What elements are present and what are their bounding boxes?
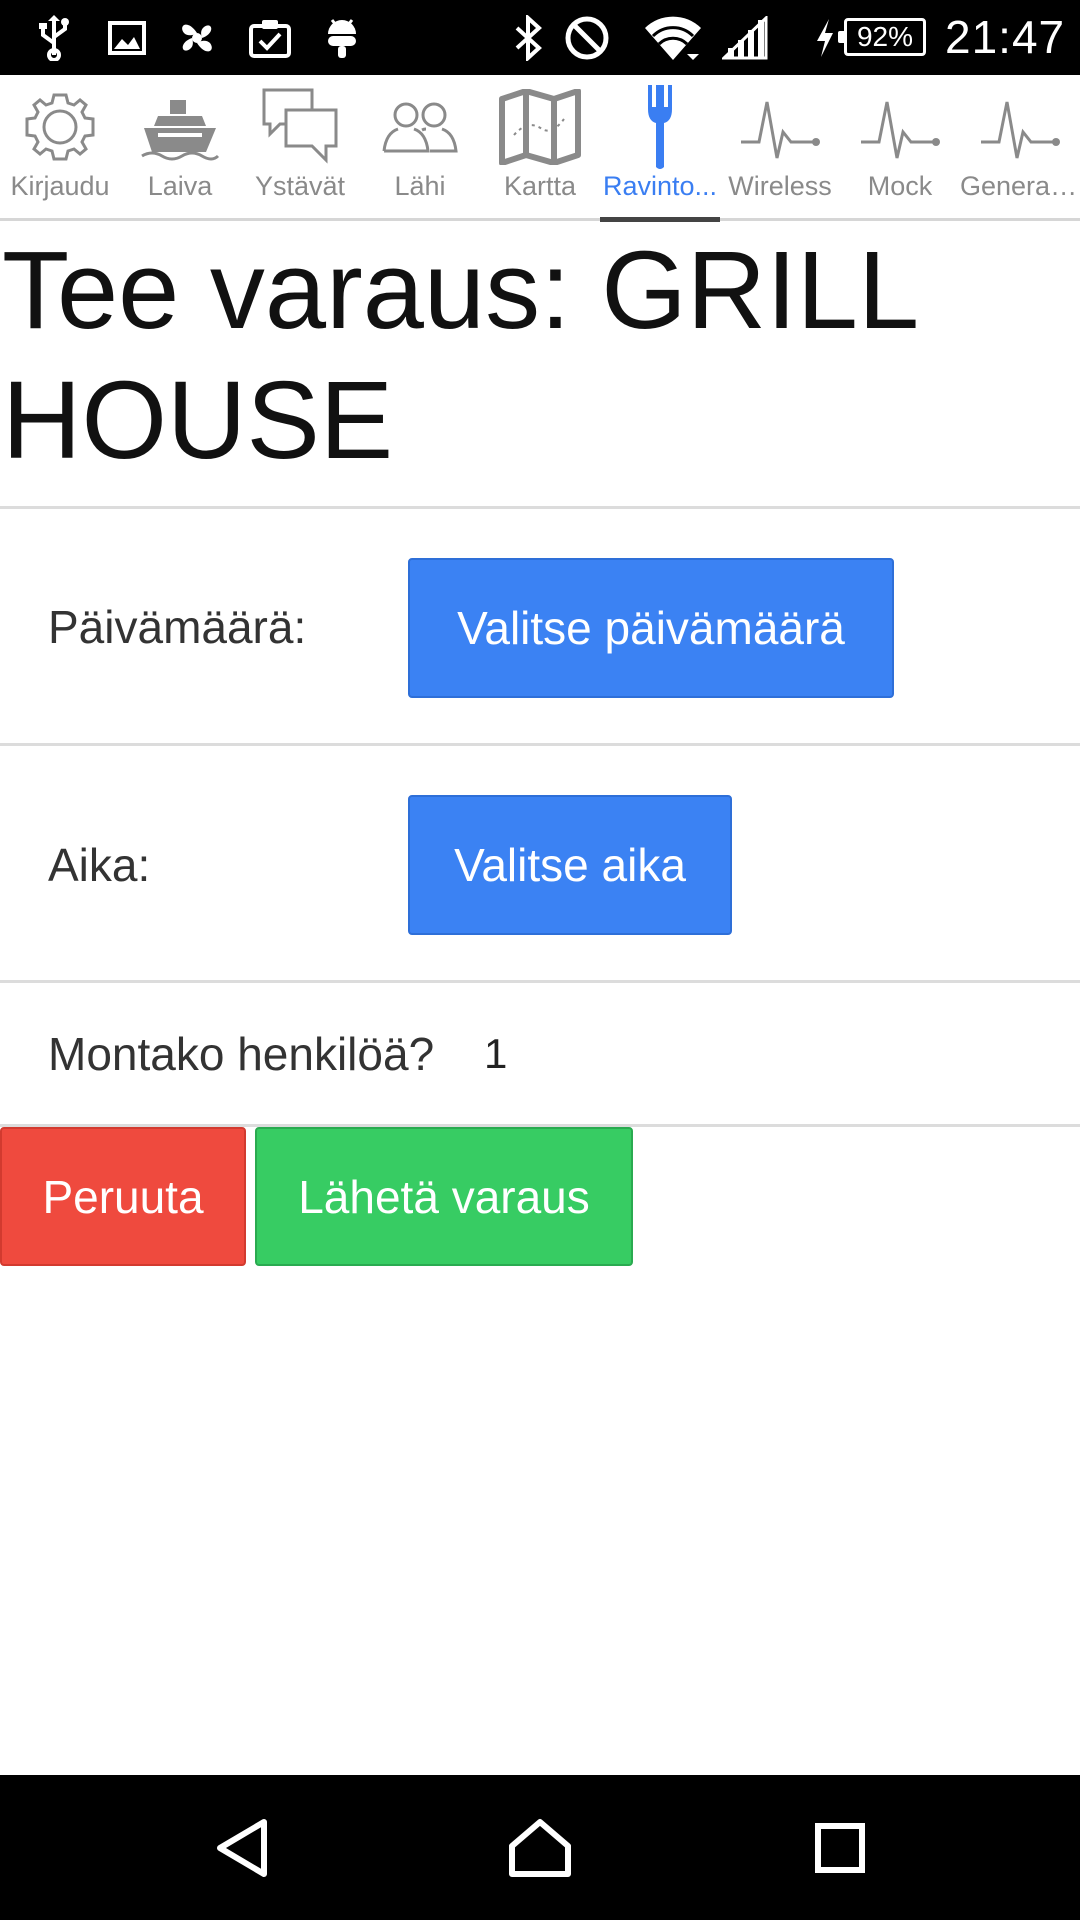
tab-lahi[interactable]: Lähi [360, 75, 480, 221]
android-icon [322, 0, 362, 75]
pulse-icon [720, 83, 840, 171]
select-date-button[interactable]: Valitse päivämäärä [408, 558, 894, 698]
pulse-icon [840, 83, 960, 171]
navigation-bar [0, 1775, 1080, 1920]
divider [0, 980, 1080, 983]
people-count-label: Montako henkilöä? [48, 1028, 435, 1080]
tab-label: Kartta [503, 171, 577, 201]
gear-icon [0, 83, 120, 171]
pulse-icon [960, 83, 1080, 171]
recents-icon[interactable] [770, 1775, 910, 1920]
tab-label: Ravinto... [602, 171, 718, 201]
tab-ravintola[interactable]: Ravinto... [600, 75, 720, 222]
charging-icon [810, 0, 840, 75]
tab-bar: Kirjaudu Laiva Ystävät Lähi Kartta Ravin… [0, 75, 1080, 222]
usb-icon [34, 0, 74, 75]
people-count-input[interactable]: 1 [484, 1030, 507, 1078]
home-icon[interactable] [470, 1775, 610, 1920]
back-icon[interactable] [172, 1775, 312, 1920]
divider [0, 506, 1080, 509]
tab-wireless[interactable]: Wireless [720, 75, 840, 221]
do-not-disturb-icon [562, 0, 612, 75]
pinwheel-icon [172, 0, 222, 75]
date-label: Päivämäärä: [48, 601, 307, 653]
chat-bubbles-icon [240, 83, 360, 171]
tab-kartta[interactable]: Kartta [480, 75, 600, 221]
battery-percent: 92% [856, 21, 914, 52]
tab-mock[interactable]: Mock [840, 75, 960, 221]
cancel-button[interactable]: Peruuta [0, 1127, 246, 1266]
tab-label: Mock [867, 171, 933, 201]
image-icon [105, 0, 149, 75]
tab-label: Kirjaudu [10, 171, 110, 201]
fork-icon [600, 83, 720, 171]
tab-label: Laiva [147, 171, 213, 201]
page-title: Tee varaus: GRILL HOUSE [2, 229, 916, 482]
signal-icon [720, 0, 770, 75]
select-time-button[interactable]: Valitse aika [408, 795, 732, 935]
ship-icon [120, 83, 240, 171]
divider [0, 743, 1080, 746]
status-bar: 92% 21:47 [0, 0, 1080, 75]
tab-label: Wireless [728, 171, 832, 201]
clock: 21:47 [945, 11, 1066, 63]
time-label: Aika: [48, 839, 151, 891]
wifi-icon [642, 0, 704, 75]
tab-generator[interactable]: Generat... [960, 75, 1080, 221]
tab-laiva[interactable]: Laiva [120, 75, 240, 221]
people-icon [360, 83, 480, 171]
battery-icon: 92% [838, 18, 926, 56]
tab-ystavat[interactable]: Ystävät [240, 75, 360, 221]
clipboard-check-icon [246, 0, 294, 75]
tab-label: Ystävät [254, 171, 346, 201]
tab-label: Generat... [960, 171, 1080, 201]
map-icon [480, 83, 600, 171]
bluetooth-icon [508, 0, 548, 75]
submit-reservation-button[interactable]: Lähetä varaus [255, 1127, 633, 1266]
tab-label: Lähi [394, 171, 446, 201]
tab-kirjaudu[interactable]: Kirjaudu [0, 75, 120, 221]
